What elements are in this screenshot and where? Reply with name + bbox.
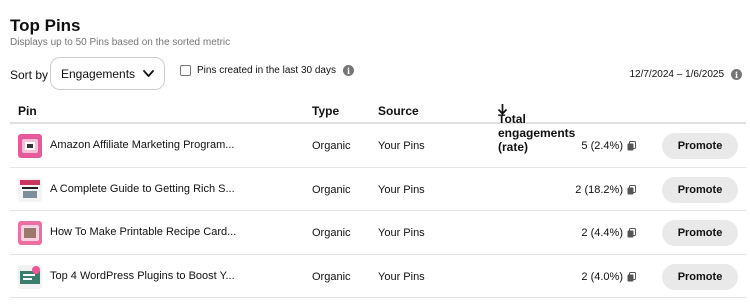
engagements-value: 2 (18.2%)	[575, 183, 623, 196]
copy-icon	[627, 184, 636, 194]
pin-thumbnail[interactable]	[18, 221, 42, 245]
pin-thumbnail[interactable]	[18, 134, 42, 158]
pin-type: Organic	[312, 140, 351, 152]
pin-title[interactable]: Amazon Affiliate Marketing Program...	[50, 139, 234, 151]
column-header-type: Type	[312, 104, 340, 118]
recent-pins-filter[interactable]: Pins created in the last 30 days i	[180, 65, 354, 76]
pin-source: Your Pins	[378, 270, 425, 283]
engagements-value: 2 (4.4%)	[581, 227, 623, 239]
pin-engagements: 2 (4.0%)	[581, 271, 636, 283]
table-row[interactable]: How To Make Printable Recipe Card... Org…	[10, 211, 746, 255]
pin-engagements: 5 (2.4%)	[581, 140, 636, 152]
chevron-down-icon	[143, 70, 154, 77]
pin-source: Your Pins	[378, 227, 425, 239]
pin-type: Organic	[312, 183, 351, 196]
pin-title[interactable]: A Complete Guide to Getting Rich S...	[50, 183, 235, 195]
sort-by-dropdown[interactable]: Engagements	[50, 57, 165, 90]
promote-button[interactable]: Promote	[662, 263, 738, 290]
pin-thumbnail[interactable]	[18, 177, 42, 202]
table-header: Pin Type Source Total engagements (rate)	[10, 96, 746, 154]
engagements-value: 5 (2.4%)	[581, 140, 623, 152]
info-circle-icon[interactable]: i	[731, 69, 742, 80]
pin-engagements: 2 (18.2%)	[575, 184, 636, 196]
pin-title[interactable]: Top 4 WordPress Plugins to Boost Y...	[50, 270, 235, 282]
table-row[interactable]: Top 4 WordPress Plugins to Boost Y... Or…	[10, 255, 746, 298]
promote-button[interactable]: Promote	[662, 220, 738, 246]
pin-thumbnail[interactable]	[18, 264, 42, 289]
column-header-pin: Pin	[18, 104, 37, 118]
pin-type: Organic	[312, 270, 351, 283]
copy-icon	[627, 271, 636, 281]
sort-by-value: Engagements	[61, 66, 136, 81]
promote-button[interactable]: Promote	[662, 176, 738, 203]
pin-type: Organic	[312, 227, 351, 239]
promote-button[interactable]: Promote	[662, 133, 738, 159]
page-title: Top Pins	[10, 16, 81, 35]
table-row[interactable]: Amazon Affiliate Marketing Program... Or…	[10, 124, 746, 168]
recent-pins-checkbox-label: Pins created in the last 30 days	[197, 65, 336, 76]
pin-engagements: 2 (4.4%)	[581, 227, 636, 239]
info-circle-icon[interactable]: i	[342, 65, 354, 76]
date-range: 12/7/2024 – 1/6/2025 i	[629, 69, 742, 80]
copy-icon	[627, 228, 636, 238]
copy-icon	[627, 141, 636, 151]
sort-by-label: Sort by	[10, 68, 49, 82]
pin-title[interactable]: How To Make Printable Recipe Card...	[50, 226, 236, 238]
top-pins-table: Pin Type Source Total engagements (rate)…	[10, 96, 746, 298]
engagements-value: 2 (4.0%)	[581, 270, 623, 283]
pin-source: Your Pins	[378, 140, 425, 152]
page-subtitle: Displays up to 50 Pins based on the sort…	[10, 37, 231, 48]
date-range-text: 12/7/2024 – 1/6/2025	[629, 69, 724, 80]
pin-source: Your Pins	[378, 183, 425, 196]
table-row[interactable]: A Complete Guide to Getting Rich S... Or…	[10, 168, 746, 211]
column-header-engagements[interactable]: Total engagements (rate)	[498, 104, 575, 154]
column-header-source: Source	[378, 104, 419, 118]
recent-pins-checkbox[interactable]	[180, 65, 191, 76]
